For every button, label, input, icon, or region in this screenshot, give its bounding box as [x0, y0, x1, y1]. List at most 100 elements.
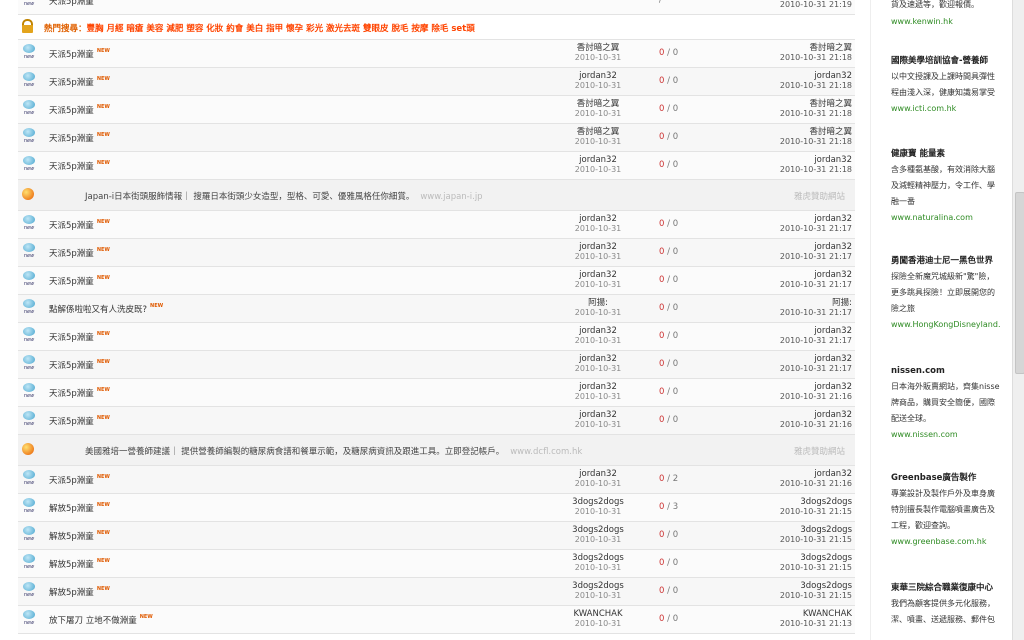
- last-post-time-link[interactable]: 2010-10-31 21:18: [712, 109, 852, 119]
- author-name-link[interactable]: 香討暗之翼: [538, 43, 658, 53]
- sidebar-ad-url[interactable]: www.HongKongDisneyland.: [891, 319, 1002, 331]
- table-row[interactable]: new 點解係啦啦又有人洗皮既? NEW 阿揚: 2010-10-31 0 / 0 阿揚: 2…: [18, 295, 855, 323]
- thread-title-link[interactable]: 放下屠刀 立地不做淵童 NEW: [49, 614, 153, 626]
- thread-title-text[interactable]: 解放5p淵童: [49, 504, 94, 514]
- last-post-user-link[interactable]: 3dogs2dogs: [712, 553, 852, 563]
- sidebar-ad[interactable]: 勇闖香港迪士尼一黑色世界 探險全新魔咒城級新"驚"險， 更多跳具探險！立即展開您的險…: [891, 255, 1002, 331]
- last-post-time-link[interactable]: 2010-10-31 21:17: [712, 224, 852, 234]
- author-name-link[interactable]: 3dogs2dogs: [538, 525, 658, 535]
- thread-title-text[interactable]: 天派5p淵童: [49, 221, 94, 231]
- last-post-time-link[interactable]: 2010-10-31 21:15: [712, 563, 852, 573]
- table-row[interactable]: new 天派5p淵童 NEW jordan32 2010-10-31 0 / 0 jorda…: [18, 239, 855, 267]
- thread-title-text[interactable]: 解放5p淵童: [49, 588, 94, 598]
- hot-search-keywords[interactable]: 豐胸 月經 暗瘡 美容 減肥 塑容 化妝 約會 美白 指甲 懷孕 彩光 激光去斑…: [87, 24, 475, 34]
- last-post-user-link[interactable]: jordan32: [712, 326, 852, 336]
- table-row[interactable]: new 天派5p淵童 NEW jordan32 2010-10-31 0 / 0 jorda…: [18, 351, 855, 379]
- last-post-user-link[interactable]: jordan32: [712, 469, 852, 479]
- author-name-link[interactable]: 香討暗之翼: [538, 99, 658, 109]
- thread-title-link[interactable]: 天派5p淵童NEW: [49, 474, 110, 486]
- author-name-link[interactable]: jordan32: [538, 326, 658, 336]
- thread-title-text[interactable]: 天派5p淵童: [49, 134, 94, 144]
- thread-title-link[interactable]: 天派5p淵童NEW: [49, 104, 110, 116]
- table-row[interactable]: new 天派5p淵童 NEW jordan32 2010-10-31 0 / 0 jorda…: [18, 211, 855, 239]
- thread-title-link[interactable]: 解放5p淵童 NEW: [49, 502, 110, 514]
- last-post-time-link[interactable]: 2010-10-31 21:15: [712, 535, 852, 545]
- last-post-user-link[interactable]: jordan32: [712, 214, 852, 224]
- thread-title-link[interactable]: 天派5p淵童NEW: [49, 219, 110, 231]
- last-post-time-link[interactable]: 2010-10-31 21:16: [712, 392, 852, 402]
- author-name-link[interactable]: 3dogs2dogs: [538, 581, 658, 591]
- sidebar-ad-url[interactable]: www.naturalina.com: [891, 212, 1002, 224]
- author-name-link[interactable]: 3dogs2dogs: [538, 497, 658, 507]
- table-row[interactable]: new 解放5p淵童 NEW 3dogs2dogs 2010-10-31 0 / 0 3do…: [18, 522, 855, 550]
- author-name-link[interactable]: jordan32: [538, 410, 658, 420]
- last-post-time-link[interactable]: 2010-10-31 21:18: [712, 165, 852, 175]
- ad-text-link[interactable]: 美國雅培一營養師建議｜ 提供營養師編製的糖尿病食譜和餐單示範，及糖尿病資訊及跟進…: [85, 445, 582, 457]
- ad-text[interactable]: Japan-i日本街頭服飾情報｜ 搜羅日本街頭少女造型，型格、可愛、優雅風格任你…: [85, 192, 414, 202]
- thread-title-text[interactable]: 點解係啦啦又有人洗皮既?: [49, 305, 147, 315]
- last-post-user-link[interactable]: jordan32: [712, 354, 852, 364]
- thread-title-link[interactable]: 天派5p淵童NEW: [49, 359, 110, 371]
- thread-title-link[interactable]: 解放5p淵童 NEW: [49, 586, 110, 598]
- last-post-user-link[interactable]: 3dogs2dogs: [712, 581, 852, 591]
- sidebar-ad[interactable]: www.kenwin.hk: [891, 14, 1002, 28]
- thread-title-link[interactable]: 解放5p淵童 NEW: [49, 558, 110, 570]
- thread-title-link[interactable]: 天派5p淵童NEW: [49, 76, 110, 88]
- last-post-user-link[interactable]: jordan32: [712, 242, 852, 252]
- thread-title-link[interactable]: 天派5p淵童NEW: [49, 275, 110, 287]
- author-name-link[interactable]: jordan32: [538, 155, 658, 165]
- last-post-time-link[interactable]: 2010-10-31 21:19: [712, 0, 852, 10]
- thread-title-text[interactable]: 天派5p淵童: [49, 277, 94, 287]
- last-post-user-link[interactable]: 阿揚:: [712, 298, 852, 308]
- last-post-time-link[interactable]: 2010-10-31 21:16: [712, 420, 852, 430]
- scrollbar-thumb[interactable]: [1015, 192, 1024, 374]
- thread-title-link[interactable]: 天派5p淵童NEW: [49, 160, 110, 172]
- thread-title-link[interactable]: 天派5p淵童NEW: [49, 387, 110, 399]
- author-name-link[interactable]: jordan32: [538, 71, 658, 81]
- sidebar-ad-url[interactable]: www.greenbase.com.hk: [891, 536, 1002, 548]
- thread-title-text[interactable]: 天派5p淵童: [49, 50, 94, 60]
- table-row[interactable]: new 天派5p淵童 NEW jordan32 2010-10-31 0 / 0 jorda…: [18, 68, 855, 96]
- sidebar-ad-title[interactable]: 健康寶 能量素: [891, 148, 1002, 160]
- table-row[interactable]: new 解放5p淵童 NEW 3dogs2dogs 2010-10-31 0 / 3 3do…: [18, 494, 855, 522]
- last-post-time-link[interactable]: 2010-10-31 21:17: [712, 308, 852, 318]
- thread-title-text[interactable]: 天派5p淵童: [49, 0, 94, 7]
- thread-title-text[interactable]: 天派5p淵童: [49, 78, 94, 88]
- author-name-link[interactable]: KWANCHAK: [538, 609, 658, 619]
- table-row[interactable]: new 天派5p淵童 NEW jordan32 2010-10-31 0 / 0 jorda…: [18, 267, 855, 295]
- sidebar-ad[interactable]: nissen.com 日本海外販賣網站，齊集nisse 牌商品，購買安全簡便，國際配…: [891, 365, 1002, 441]
- last-post-user-link[interactable]: 3dogs2dogs: [712, 525, 852, 535]
- last-post-time-link[interactable]: 2010-10-31 21:17: [712, 364, 852, 374]
- table-row[interactable]: new 天派5p淵童 NEW jordan32 2010-10-31 0 / 0 jorda…: [18, 323, 855, 351]
- last-post-user-link[interactable]: jordan32: [712, 410, 852, 420]
- last-post-user-link[interactable]: jordan32: [712, 71, 852, 81]
- last-post-time-link[interactable]: 2010-10-31 21:15: [712, 591, 852, 601]
- table-row[interactable]: new 天派5p淵童 NEW jordan32 2010-10-31 0 / 0 jorda…: [18, 152, 855, 180]
- ad-text-link[interactable]: Japan-i日本街頭服飾情報｜ 搜羅日本街頭少女造型，型格、可愛、優雅風格任你…: [85, 190, 483, 202]
- author-name-link[interactable]: 香討暗之翼: [538, 127, 658, 137]
- sidebar-ad-title[interactable]: Greenbase廣告製作: [891, 472, 1002, 484]
- last-post-time-link[interactable]: 2010-10-31 21:17: [712, 280, 852, 290]
- ad-sponsor-label[interactable]: 雅虎贊助網站: [794, 445, 845, 457]
- table-row[interactable]: new 天派5p淵童 NEW jordan32 2010-10-31 0 / 2 jorda…: [18, 466, 855, 494]
- last-post-time-link[interactable]: 2010-10-31 21:15: [712, 507, 852, 517]
- table-row[interactable]: new 天派5p淵童 NEW jordan32 2010-10-31 0 / 0 jorda…: [18, 379, 855, 407]
- last-post-time-link[interactable]: 2010-10-31 21:18: [712, 81, 852, 91]
- vertical-scrollbar[interactable]: [1012, 0, 1024, 640]
- author-name-link[interactable]: jordan32: [538, 382, 658, 392]
- sponsored-ad-row[interactable]: 美國雅培一營養師建議｜ 提供營養師編製的糖尿病食譜和餐單示範，及糖尿病資訊及跟進…: [18, 435, 855, 466]
- sidebar-ad-url[interactable]: www.kenwin.hk: [891, 16, 1002, 28]
- thread-title-link[interactable]: 天派5p淵童NEW: [49, 415, 110, 427]
- sidebar-ad[interactable]: 健康寶 能量素 含多種氨基酸，有效消除大腦 及減輕精神壓力，令工作、學 融一番 www.…: [891, 148, 1002, 224]
- table-row[interactable]: new 天派5p淵童 NEW jordan32 2010-10-31 0 / 0 jorda…: [18, 407, 855, 435]
- thread-title-text[interactable]: 天派5p淵童: [49, 417, 94, 427]
- author-name-link[interactable]: jordan32: [538, 214, 658, 224]
- sidebar-ad-title[interactable]: nissen.com: [891, 365, 1002, 377]
- sidebar-ad[interactable]: 東華三院綜合職業復康中心 我們為顧客提供多元化服務， 潔、噴畫、送遞服務、郵件包: [891, 582, 1002, 628]
- last-post-time-link[interactable]: 2010-10-31 21:13: [712, 619, 852, 629]
- thread-title-text[interactable]: 放下屠刀 立地不做淵童: [49, 616, 137, 626]
- sidebar-ad-title[interactable]: 國際美學培訓協會-營養師: [891, 55, 1002, 67]
- last-post-user-link[interactable]: 香討暗之翼: [712, 99, 852, 109]
- ad-text[interactable]: 美國雅培一營養師建議｜ 提供營養師編製的糖尿病食譜和餐單示範，及糖尿病資訊及跟進…: [85, 447, 504, 457]
- thread-title-link[interactable]: 天派5p淵童NEW: [49, 48, 110, 60]
